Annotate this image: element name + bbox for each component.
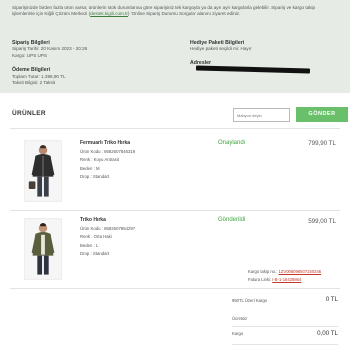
tracking-link[interactable]: 1ZV006096507150346	[279, 269, 322, 274]
product-color: Renk : Orta Haki	[80, 234, 112, 240]
product-color: Renk : Koyu Antrasit	[80, 157, 119, 163]
send-button[interactable]: GÖNDER	[296, 107, 348, 122]
tracking-info: Kargo takip no.: 1ZV006096507150346 Fatu…	[248, 268, 321, 283]
product-code: Ürün Kodu : 8682607854297	[80, 225, 136, 231]
support-link[interactable]: destek.kigili.com.tr	[90, 11, 128, 16]
product-image[interactable]	[24, 218, 62, 280]
tracking-label: Kargo takip no.:	[248, 269, 278, 274]
fee-row: Ücretsiz	[232, 316, 338, 321]
cargo-value: 0,00 TL	[317, 330, 338, 337]
product-size: Beden : M	[80, 165, 100, 171]
product-photo-jacket-icon	[25, 141, 61, 201]
order-details: Sipariş Bilgileri Sipariş Tarihi: 20 Kas…	[12, 40, 162, 86]
divider	[232, 344, 338, 345]
product-price: 799,90 TL	[308, 140, 336, 147]
product-price: 599,00 TL	[308, 218, 336, 225]
free-cargo-label: 950TL Üzeri Kargo	[232, 298, 267, 303]
gift-text: Hediye paketi seçildi mi: Hayır	[190, 46, 252, 52]
payment-details: Ödeme Bilgileri Toplam Tutar: 1.398,90 T…	[12, 67, 162, 86]
status-badge: Gönderildi	[218, 217, 246, 223]
product-code: Ürün Kodu : 8682607846319	[80, 148, 136, 154]
gift-address-details: Hediye Paketi Bilgileri Hediye paketi se…	[190, 40, 340, 66]
product-stock: Drop : Standart	[80, 174, 110, 180]
cargo-row: Kargo 0,00 TL	[232, 330, 338, 337]
product-details: Triko Hırka Ürün Kodu : 8682607854297 Re…	[80, 216, 190, 259]
product-details: Fermuarlı Triko Hırka Ürün Kodu : 868260…	[80, 139, 190, 182]
order-notice: Siparişinizde birden fazla ürün varsa; ü…	[12, 5, 332, 17]
divider	[10, 210, 340, 211]
notice-text-after: ) 'Online Sipariş Durumu Sorgula' alanın…	[127, 11, 241, 17]
product-photo-cardigan-icon	[25, 219, 61, 279]
order-cargo: Kargo: UPS UPS	[12, 52, 47, 58]
product-name[interactable]: Triko Hırka	[80, 216, 190, 225]
cargo-label: Kargo	[232, 331, 244, 336]
invoice-link[interactable]: I-B-1-16428864	[272, 277, 301, 282]
product-name[interactable]: Fermuarlı Triko Hırka	[80, 139, 190, 148]
products-title: ÜRÜNLER	[12, 110, 46, 117]
product-stock: Drop : Standart	[80, 251, 110, 257]
product-image[interactable]	[24, 140, 62, 202]
product-size: Beden : L	[80, 242, 99, 248]
divider	[10, 128, 340, 129]
status-badge: Onaylandı	[218, 140, 246, 146]
fee-label: Ücretsiz	[232, 316, 248, 321]
divider	[10, 288, 340, 289]
free-cargo-row: 950TL Üzeri Kargo 0 TL	[232, 296, 338, 303]
search-input[interactable]	[233, 108, 290, 122]
free-cargo-value: 0 TL	[325, 296, 338, 303]
payment-installment: Taksit Bilgisi: 2 Taksit	[12, 80, 56, 86]
invoice-label: Fatura Linki:	[248, 276, 272, 282]
divider	[232, 326, 338, 327]
